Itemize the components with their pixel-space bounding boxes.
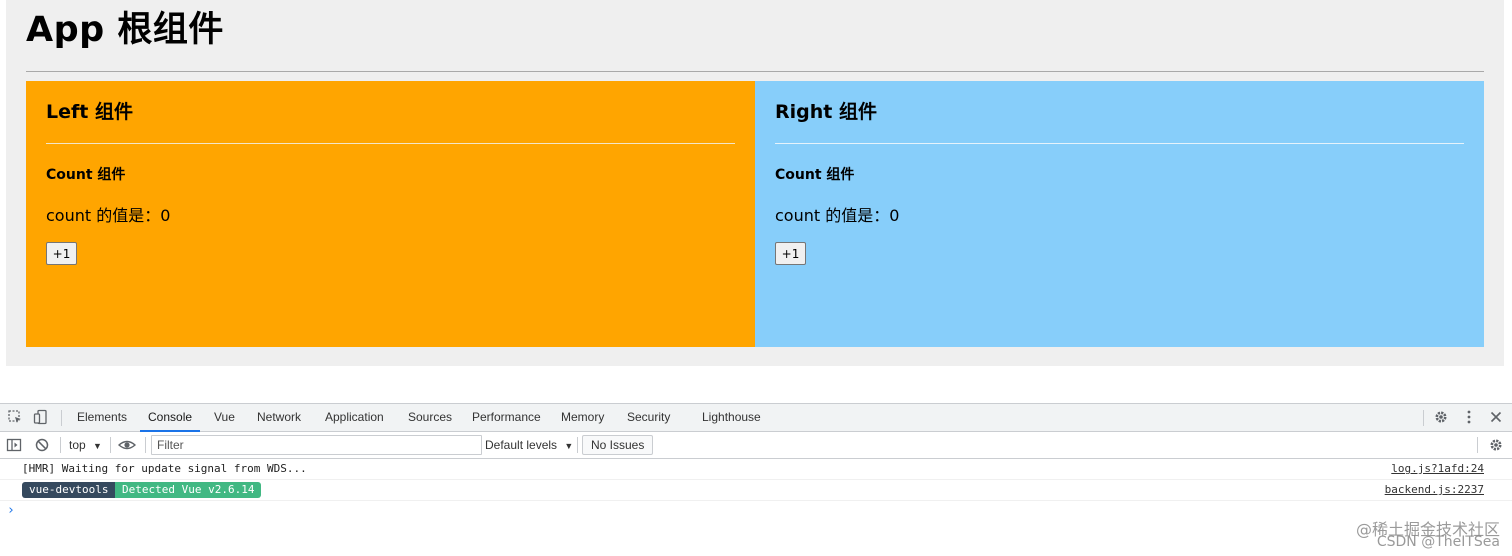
watermark-line-2: CSDN @TheITSea xyxy=(1376,534,1500,550)
right-count-title: Count 组件 xyxy=(775,167,855,183)
toolbar-separator xyxy=(577,437,578,453)
app-divider xyxy=(26,71,1484,72)
log-levels-dropdown[interactable]: Default levels ▼ xyxy=(485,432,573,458)
devtools-panel: Elements Console Vue Network Application… xyxy=(0,403,1512,556)
devtools-tab-bar: Elements Console Vue Network Application… xyxy=(0,404,1512,432)
left-panel-title: Left 组件 xyxy=(46,101,133,123)
tab-separator xyxy=(1423,410,1424,426)
toolbar-separator xyxy=(145,437,146,453)
tab-elements[interactable]: Elements xyxy=(77,404,127,431)
vue-version-badge: Detected Vue v2.6.14 xyxy=(115,482,262,498)
app-title: App 根组件 xyxy=(26,10,224,50)
clear-console-icon[interactable] xyxy=(33,436,51,454)
panels-container: Left 组件 Count 组件 count 的值是：0 +1 Right 组件… xyxy=(26,81,1484,347)
tab-security[interactable]: Security xyxy=(627,404,670,431)
dropdown-arrow-icon: ▼ xyxy=(564,441,574,451)
tab-sources[interactable]: Sources xyxy=(408,404,452,431)
log-message: [HMR] Waiting for update signal from WDS… xyxy=(22,462,307,475)
right-increment-button[interactable]: +1 xyxy=(775,242,806,265)
console-prompt-icon[interactable]: › xyxy=(7,503,15,518)
left-increment-button[interactable]: +1 xyxy=(46,242,77,265)
dropdown-arrow-icon: ▼ xyxy=(93,441,102,451)
live-expression-eye-icon[interactable] xyxy=(118,436,136,454)
sidebar-toggle-icon[interactable] xyxy=(5,436,23,454)
right-count-value: count 的值是：0 xyxy=(775,206,900,225)
toolbar-separator xyxy=(1477,437,1478,453)
log-source-link[interactable]: backend.js:2237 xyxy=(1385,483,1484,496)
toolbar-separator xyxy=(110,437,111,453)
left-count-title: Count 组件 xyxy=(46,167,126,183)
left-count-value: count 的值是：0 xyxy=(46,206,171,225)
right-panel-divider xyxy=(775,143,1464,144)
toolbar-separator xyxy=(60,437,61,453)
close-icon[interactable] xyxy=(1487,408,1505,426)
left-panel-divider xyxy=(46,143,735,144)
log-source-link[interactable]: log.js?1afd:24 xyxy=(1391,462,1484,475)
left-panel: Left 组件 Count 组件 count 的值是：0 +1 xyxy=(26,81,755,347)
console-settings-gear-icon[interactable] xyxy=(1487,436,1505,454)
log-levels-label: Default levels xyxy=(485,438,558,452)
context-selector-label: top xyxy=(69,438,86,452)
tab-lighthouse[interactable]: Lighthouse xyxy=(702,404,761,431)
vue-devtools-badge: vue-devtools xyxy=(22,482,116,498)
console-log-row: [HMR] Waiting for update signal from WDS… xyxy=(0,459,1512,480)
app-root: App 根组件 Left 组件 Count 组件 count 的值是：0 +1 … xyxy=(6,0,1504,366)
tab-application[interactable]: Application xyxy=(325,404,384,431)
right-panel: Right 组件 Count 组件 count 的值是：0 +1 xyxy=(755,81,1484,347)
tab-network[interactable]: Network xyxy=(257,404,301,431)
inspect-element-icon[interactable] xyxy=(6,408,24,426)
right-panel-title: Right 组件 xyxy=(775,101,877,123)
context-selector[interactable]: top ▼ xyxy=(69,432,102,458)
settings-gear-icon[interactable] xyxy=(1432,408,1450,426)
tab-separator xyxy=(61,410,62,426)
tab-performance[interactable]: Performance xyxy=(472,404,541,431)
console-log-row: vue-devtools Detected Vue v2.6.14 backen… xyxy=(0,480,1512,501)
tab-vue[interactable]: Vue xyxy=(214,404,235,431)
console-toolbar: top ▼ Default levels ▼ No Issues xyxy=(0,432,1512,459)
issues-button[interactable]: No Issues xyxy=(582,435,654,455)
tab-memory[interactable]: Memory xyxy=(561,404,604,431)
device-toolbar-icon[interactable] xyxy=(32,408,50,426)
more-options-icon[interactable] xyxy=(1460,408,1478,426)
console-filter-input[interactable] xyxy=(151,435,482,455)
tab-console[interactable]: Console xyxy=(139,404,201,432)
